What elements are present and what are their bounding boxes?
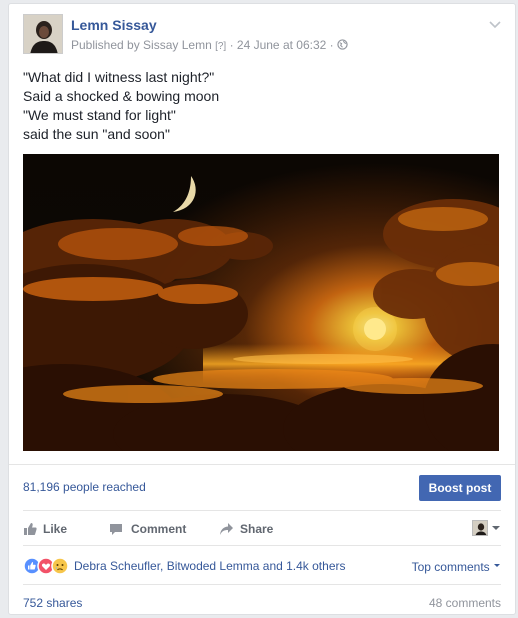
post-line: Said a shocked & bowing moon (23, 88, 220, 104)
caret-down-icon (494, 564, 500, 567)
sad-icon (51, 557, 69, 575)
post-meta: Published by Sissay Lemn [?] · 24 June a… (71, 38, 348, 52)
post-line: said the sun "and soon" (23, 126, 170, 142)
post-message: "What did I witness last night?" Said a … (23, 68, 493, 144)
top-comments-selector[interactable]: Top comments (412, 560, 501, 574)
page-name-link[interactable]: Lemn Sissay (71, 17, 157, 33)
globe-icon[interactable] (337, 39, 348, 50)
like-label: Like (43, 522, 68, 536)
caret-down-icon (492, 526, 500, 530)
meta-separator: · (229, 38, 234, 52)
page-avatar[interactable] (23, 14, 63, 54)
viewer-avatar (472, 520, 488, 536)
meta-separator-2: · (329, 38, 334, 52)
comment-button[interactable]: Comment (109, 511, 186, 547)
boost-post-button[interactable]: Boost post (419, 475, 501, 501)
post-line: "What did I witness last night?" (23, 69, 215, 85)
reaction-icons[interactable] (23, 557, 73, 575)
reaction-names-link[interactable]: Debra Scheufler, Bitwoded Lemma and 1.4k… (74, 559, 346, 573)
top-comments-label: Top comments (411, 560, 490, 574)
action-bar: Like Comment Share (23, 510, 501, 546)
share-label: Share (240, 522, 274, 536)
people-reached-link[interactable]: 81,196 people reached (23, 480, 146, 494)
published-by-link[interactable]: Published by Sissay Lemn (71, 38, 212, 52)
comment-icon (110, 524, 122, 535)
comment-label: Comment (131, 522, 187, 536)
share-button[interactable]: Share (219, 511, 273, 547)
reactions-row: Debra Scheufler, Bitwoded Lemma and 1.4k… (23, 549, 501, 581)
post-photo[interactable] (23, 154, 499, 451)
timestamp-link[interactable]: 24 June at 06:32 (237, 38, 326, 52)
engagement-counts: 752 shares 48 comments (23, 584, 501, 614)
thumbs-up-icon (24, 523, 37, 535)
post-card: Lemn Sissay Published by Sissay Lemn [?]… (8, 3, 516, 615)
chevron-down-icon[interactable] (487, 16, 503, 32)
post-as-selector[interactable] (472, 520, 501, 536)
post-line: "We must stand for light" (23, 107, 176, 123)
post-header: Lemn Sissay Published by Sissay Lemn [?]… (23, 14, 501, 60)
help-marker[interactable]: [?] (215, 41, 226, 52)
comments-count-link[interactable]: 48 comments (429, 596, 501, 610)
like-button[interactable]: Like (23, 511, 67, 547)
shares-link[interactable]: 752 shares (23, 596, 82, 610)
insights-row: 81,196 people reached Boost post (9, 464, 515, 510)
share-arrow-icon (220, 523, 233, 535)
